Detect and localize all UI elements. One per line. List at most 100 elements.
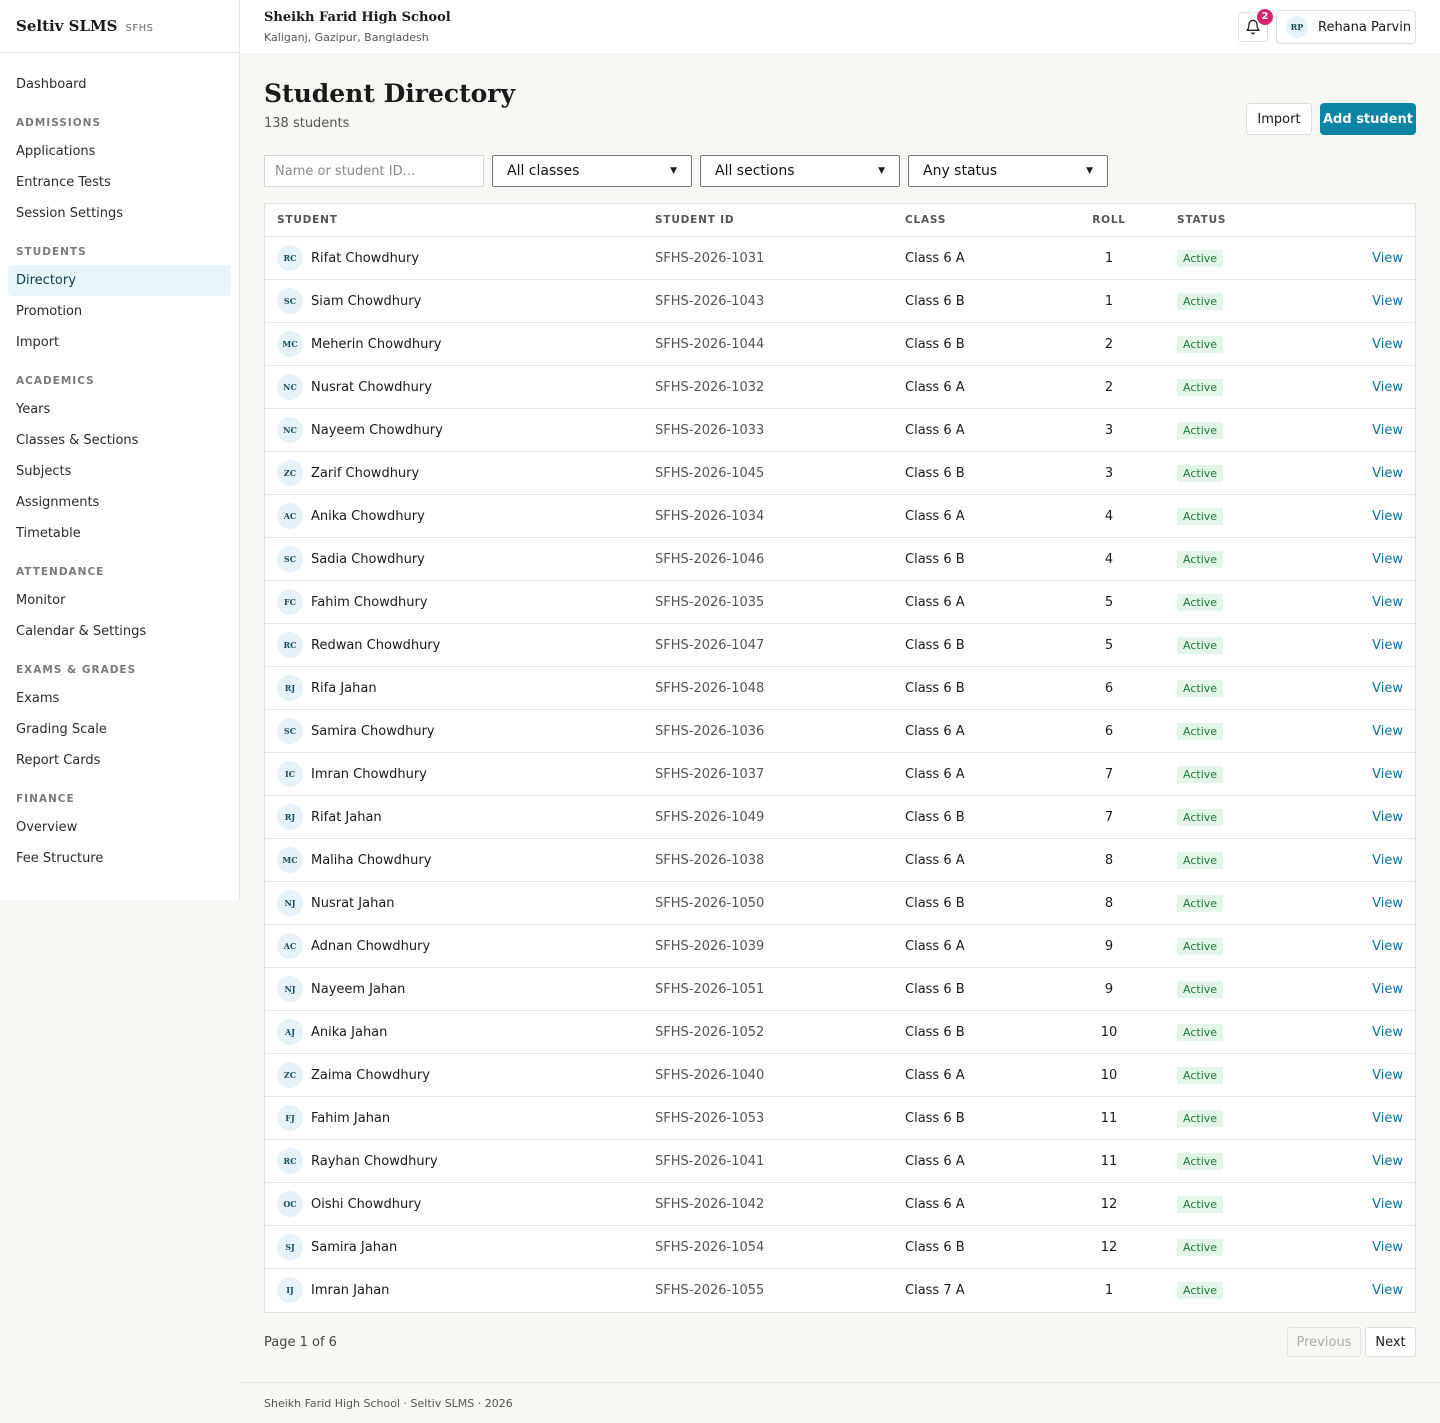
student-name: Imran Chowdhury bbox=[311, 766, 427, 782]
status-filter-value: Any status bbox=[923, 163, 998, 179]
brand-name[interactable]: Seltiv SLMS bbox=[16, 17, 117, 35]
nav-section-title: EXAMS & GRADES bbox=[16, 664, 137, 676]
view-student-link[interactable]: View bbox=[1372, 839, 1403, 881]
student-name: Nayeem Jahan bbox=[311, 981, 406, 997]
column-header-status[interactable]: STATUS bbox=[1177, 214, 1226, 226]
student-id: SFHS-2026-1046 bbox=[655, 551, 765, 567]
sidebar-item-report-cards[interactable]: Report Cards bbox=[8, 745, 231, 776]
view-student-link[interactable]: View bbox=[1372, 366, 1403, 408]
student-avatar: IJ bbox=[277, 1277, 303, 1303]
student-roll: 6 bbox=[1104, 680, 1114, 696]
view-student-link[interactable]: View bbox=[1372, 1183, 1403, 1225]
student-roll: 9 bbox=[1104, 938, 1114, 954]
sidebar-item-calendar-settings[interactable]: Calendar & Settings bbox=[8, 616, 231, 647]
column-header-student[interactable]: STUDENT bbox=[277, 214, 338, 226]
class-filter-select[interactable]: All classes ▼ bbox=[492, 155, 692, 187]
student-avatar: RJ bbox=[277, 675, 303, 701]
view-student-link[interactable]: View bbox=[1372, 667, 1403, 709]
view-student-link[interactable]: View bbox=[1372, 581, 1403, 623]
column-header-roll[interactable]: ROLL bbox=[1065, 214, 1153, 226]
view-student-link[interactable]: View bbox=[1372, 753, 1403, 795]
view-student-link[interactable]: View bbox=[1372, 882, 1403, 924]
student-avatar: RC bbox=[277, 245, 303, 271]
view-student-link[interactable]: View bbox=[1372, 1097, 1403, 1139]
view-student-link[interactable]: View bbox=[1372, 1226, 1403, 1268]
status-badge: Active bbox=[1177, 722, 1224, 740]
student-roll: 2 bbox=[1104, 379, 1114, 395]
view-student-link[interactable]: View bbox=[1372, 710, 1403, 752]
status-cell: Active bbox=[1177, 796, 1224, 838]
sidebar-item-exams[interactable]: Exams bbox=[8, 683, 231, 714]
view-student-link[interactable]: View bbox=[1372, 280, 1403, 322]
students-table: STUDENT STUDENT ID CLASS ROLL STATUS RC R… bbox=[264, 203, 1416, 1313]
column-header-student-id[interactable]: STUDENT ID bbox=[655, 214, 734, 226]
add-student-button[interactable]: Add student bbox=[1320, 103, 1416, 135]
view-student-link[interactable]: View bbox=[1372, 452, 1403, 494]
table-row: NJ Nusrat Jahan SFHS-2026-1050 Class 6 B 8 Ac… bbox=[265, 882, 1415, 925]
view-student-link[interactable]: View bbox=[1372, 796, 1403, 838]
sidebar-item-fee-structure[interactable]: Fee Structure bbox=[8, 843, 231, 874]
view-student-link[interactable]: View bbox=[1372, 1011, 1403, 1053]
user-menu-button[interactable]: RP Rehana Parvin bbox=[1276, 10, 1416, 44]
sidebar-item-subjects[interactable]: Subjects bbox=[8, 456, 231, 487]
chevron-down-icon: ▼ bbox=[670, 166, 677, 176]
view-student-link[interactable]: View bbox=[1372, 323, 1403, 365]
sidebar-item-applications[interactable]: Applications bbox=[8, 136, 231, 167]
view-student-link[interactable]: View bbox=[1372, 968, 1403, 1010]
column-header-class[interactable]: CLASS bbox=[905, 214, 946, 226]
student-roll: 4 bbox=[1104, 551, 1114, 567]
student-class: Class 6 A bbox=[905, 508, 965, 524]
sidebar-item-promotion[interactable]: Promotion bbox=[8, 296, 231, 327]
sidebar-item-session-settings[interactable]: Session Settings bbox=[8, 198, 231, 229]
view-student-link[interactable]: View bbox=[1372, 624, 1403, 666]
student-roll: 7 bbox=[1104, 766, 1114, 782]
view-student-link[interactable]: View bbox=[1372, 237, 1403, 279]
student-class: Class 6 A bbox=[905, 1153, 965, 1169]
status-filter-select[interactable]: Any status ▼ bbox=[908, 155, 1108, 187]
top-header: Sheikh Farid High School Kaliganj, Gazip… bbox=[240, 0, 1440, 55]
search-input[interactable] bbox=[264, 155, 484, 187]
sidebar-item-directory[interactable]: Directory bbox=[8, 265, 231, 296]
status-cell: Active bbox=[1177, 1140, 1224, 1182]
student-class: Class 6 A bbox=[905, 938, 965, 954]
table-row: SC Sadia Chowdhury SFHS-2026-1046 Class 6 B… bbox=[265, 538, 1415, 581]
student-id: SFHS-2026-1051 bbox=[655, 981, 765, 997]
sidebar-item-overview[interactable]: Overview bbox=[8, 812, 231, 843]
sidebar-item-dashboard[interactable]: Dashboard bbox=[8, 69, 231, 100]
sidebar-item-import[interactable]: Import bbox=[8, 327, 231, 358]
next-page-button[interactable]: Next bbox=[1365, 1327, 1416, 1357]
nav-section-title: ACADEMICS bbox=[16, 375, 95, 387]
sidebar-item-grading-scale[interactable]: Grading Scale bbox=[8, 714, 231, 745]
sidebar-item-years[interactable]: Years bbox=[8, 394, 231, 425]
sidebar-item-assignments[interactable]: Assignments bbox=[8, 487, 231, 518]
sidebar-item-monitor[interactable]: Monitor bbox=[8, 585, 231, 616]
chevron-down-icon: ▼ bbox=[878, 166, 885, 176]
sidebar-item-entrance-tests[interactable]: Entrance Tests bbox=[8, 167, 231, 198]
view-student-link[interactable]: View bbox=[1372, 1269, 1403, 1311]
view-student-link[interactable]: View bbox=[1372, 1054, 1403, 1096]
status-badge: Active bbox=[1177, 1152, 1224, 1170]
previous-page-button[interactable]: Previous bbox=[1287, 1327, 1361, 1357]
status-cell: Active bbox=[1177, 1183, 1224, 1225]
student-name: Siam Chowdhury bbox=[311, 293, 422, 309]
student-name: Imran Jahan bbox=[311, 1282, 390, 1298]
import-button[interactable]: Import bbox=[1246, 103, 1312, 135]
view-student-link[interactable]: View bbox=[1372, 538, 1403, 580]
view-student-link[interactable]: View bbox=[1372, 495, 1403, 537]
status-badge: Active bbox=[1177, 1195, 1224, 1213]
status-cell: Active bbox=[1177, 409, 1224, 451]
status-cell: Active bbox=[1177, 667, 1224, 709]
sidebar-item-classes-sections[interactable]: Classes & Sections bbox=[8, 425, 231, 456]
student-avatar: SC bbox=[277, 288, 303, 314]
student-class: Class 6 B bbox=[905, 1110, 965, 1126]
view-student-link[interactable]: View bbox=[1372, 1140, 1403, 1182]
view-student-link[interactable]: View bbox=[1372, 409, 1403, 451]
status-cell: Active bbox=[1177, 581, 1224, 623]
view-student-link[interactable]: View bbox=[1372, 925, 1403, 967]
student-name: Redwan Chowdhury bbox=[311, 637, 441, 653]
notifications-button[interactable]: 2 bbox=[1238, 9, 1273, 42]
student-class: Class 6 B bbox=[905, 293, 965, 309]
section-filter-select[interactable]: All sections ▼ bbox=[700, 155, 900, 187]
sidebar-item-timetable[interactable]: Timetable bbox=[8, 518, 231, 549]
chevron-down-icon: ▼ bbox=[1086, 166, 1093, 176]
